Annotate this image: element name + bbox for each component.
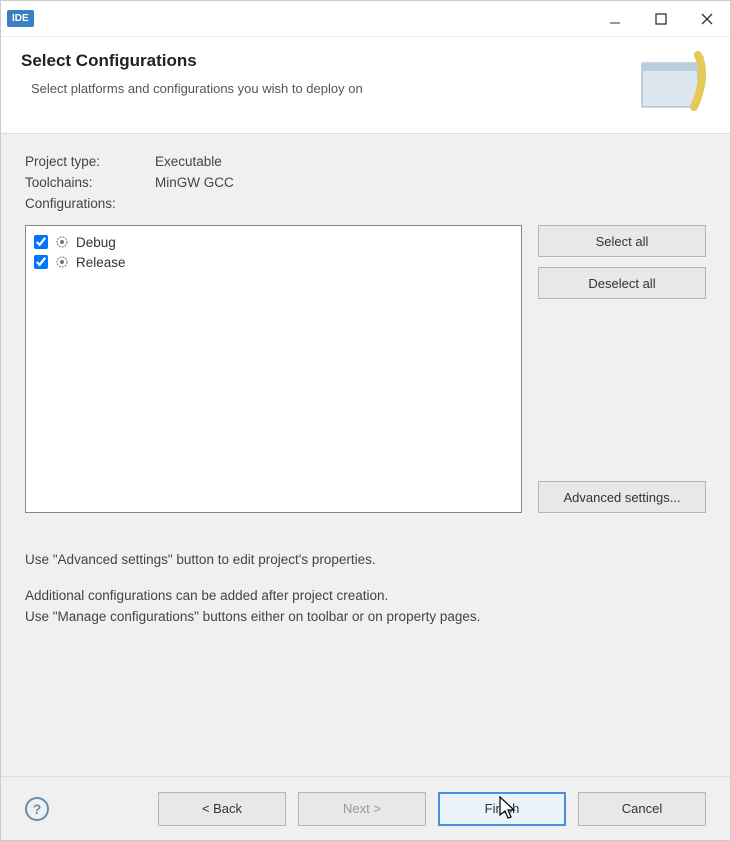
window-controls <box>592 1 730 36</box>
select-all-button[interactable]: Select all <box>538 225 706 257</box>
close-button[interactable] <box>684 1 730 36</box>
ide-badge-icon: IDE <box>7 10 34 27</box>
hint-line-2: Additional configurations can be added a… <box>25 585 706 607</box>
next-button: Next > <box>298 792 426 826</box>
config-icon <box>54 234 70 250</box>
header-banner: Select Configurations Select platforms a… <box>1 37 730 133</box>
finish-button[interactable]: Finish <box>438 792 566 826</box>
config-icon <box>54 254 70 270</box>
project-type-label: Project type: <box>25 154 155 169</box>
config-checkbox-debug[interactable] <box>34 235 48 249</box>
cancel-button[interactable]: Cancel <box>578 792 706 826</box>
project-info: Project type: Executable Toolchains: Min… <box>25 154 706 211</box>
config-item-release[interactable]: Release <box>34 252 513 272</box>
deselect-all-button[interactable]: Deselect all <box>538 267 706 299</box>
config-label: Release <box>76 255 126 270</box>
project-type-value: Executable <box>155 154 706 169</box>
config-label: Debug <box>76 235 116 250</box>
footer-bar: ? < Back Next > Finish Cancel <box>1 776 730 840</box>
content-area: Project type: Executable Toolchains: Min… <box>1 133 730 776</box>
maximize-button[interactable] <box>638 1 684 36</box>
header-text: Select Configurations Select platforms a… <box>21 51 363 96</box>
config-area: Debug Release Select all Deselect all Ad… <box>25 225 706 513</box>
side-buttons: Select all Deselect all Advanced setting… <box>538 225 706 513</box>
advanced-settings-button[interactable]: Advanced settings... <box>538 481 706 513</box>
wizard-icon <box>636 51 710 115</box>
config-item-debug[interactable]: Debug <box>34 232 513 252</box>
toolchains-label: Toolchains: <box>25 175 155 190</box>
toolchains-value: MinGW GCC <box>155 175 706 190</box>
configurations-label: Configurations: <box>25 196 155 211</box>
page-subtitle: Select platforms and configurations you … <box>31 81 363 96</box>
hint-line-3: Use "Manage configurations" buttons eith… <box>25 606 706 628</box>
help-icon[interactable]: ? <box>25 797 49 821</box>
configurations-listbox[interactable]: Debug Release <box>25 225 522 513</box>
config-checkbox-release[interactable] <box>34 255 48 269</box>
hint-line-1: Use "Advanced settings" button to edit p… <box>25 549 706 571</box>
minimize-button[interactable] <box>592 1 638 36</box>
page-title: Select Configurations <box>21 51 363 71</box>
titlebar: IDE <box>1 1 730 37</box>
wizard-window: IDE Select Configurations Select platfor… <box>0 0 731 841</box>
hints-text: Use "Advanced settings" button to edit p… <box>25 549 706 628</box>
back-button[interactable]: < Back <box>158 792 286 826</box>
